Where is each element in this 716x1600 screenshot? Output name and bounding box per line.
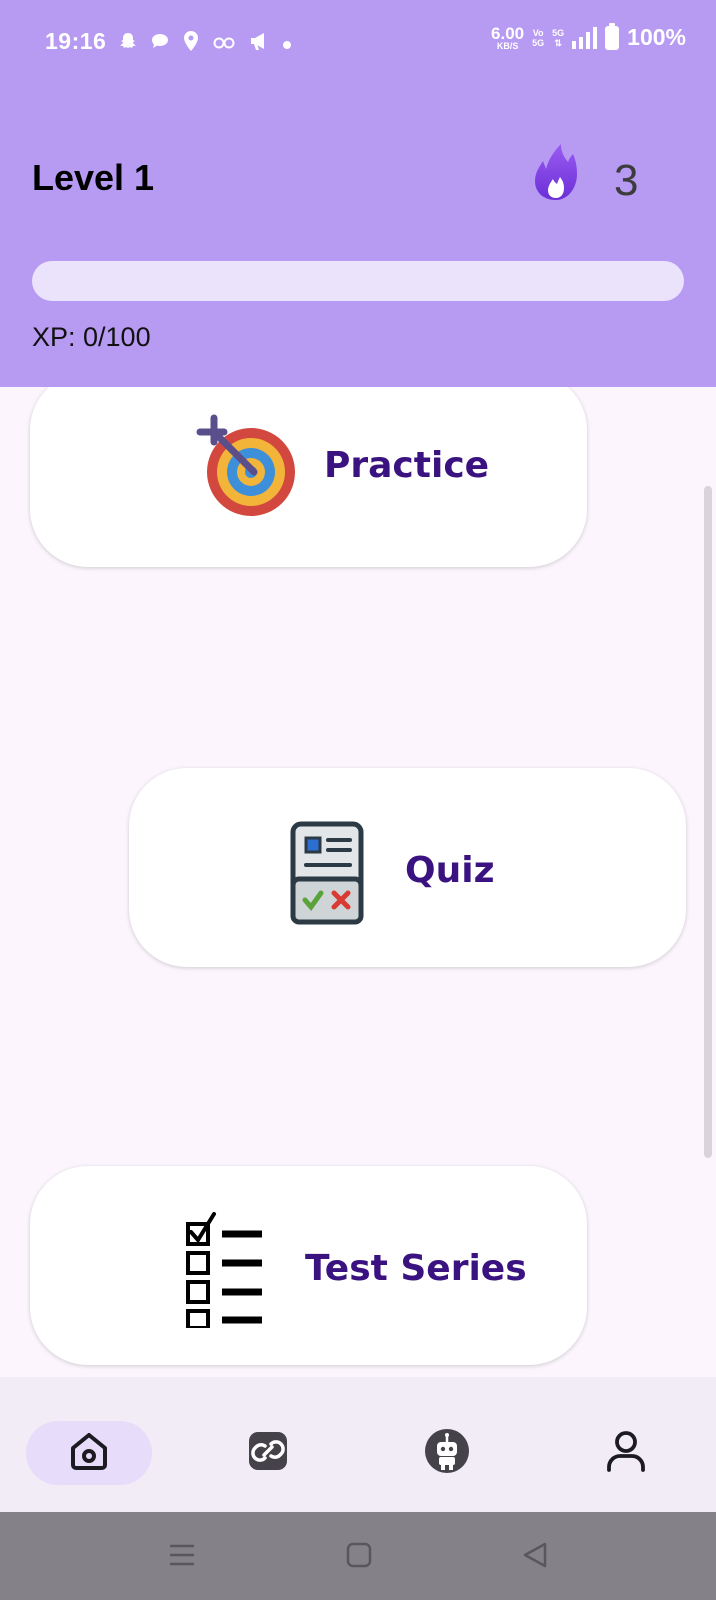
streak-count: 3 [614,156,639,205]
home-square-icon [346,1542,372,1573]
test-series-card[interactable]: Test Series [30,1166,587,1365]
system-menu-button[interactable] [162,1540,202,1574]
practice-card[interactable]: Practice [30,387,587,567]
menu-icon [168,1543,196,1572]
notification-icons [118,30,292,57]
quiz-sheet-icon [290,821,364,925]
status-bar: 19:16 6.00 KB/S Vo 5G 5G ⇅ 100% [0,0,716,82]
xp-label: XP: 0/100 [32,322,151,352]
robot-icon [424,1428,470,1479]
nav-link[interactable] [205,1421,331,1485]
chat-bubble-icon [150,31,170,56]
network-type: 5G ⇅ [552,27,565,48]
net-speed: 6.00 KB/S [491,25,524,51]
status-time: 19:16 [45,28,107,54]
battery-percent: 100% [627,24,686,50]
megaphone-icon [248,30,270,57]
location-pin-icon [182,30,200,57]
dot-icon [282,33,292,55]
nav-profile[interactable] [563,1421,689,1485]
back-triangle-icon [521,1541,549,1574]
checklist-icon [186,1212,266,1330]
profile-icon [605,1429,647,1478]
practice-label: Practice [324,445,490,486]
net-speed-unit: KB/S [496,40,519,51]
volte-indicator: Vo 5G [532,28,544,48]
home-icon [68,1430,110,1477]
volte-line1: Vo [532,27,544,38]
scrollbar[interactable] [704,486,712,1158]
level-header: Level 1 3 XP: 0/100 [0,82,716,387]
net-speed-value: 6.00 [491,23,525,43]
nav-home[interactable] [26,1421,152,1485]
quiz-card[interactable]: Quiz [129,768,686,967]
target-icon [196,414,298,516]
link-icon [247,1430,289,1477]
system-nav-bar [0,1512,716,1600]
quiz-label: Quiz [405,850,495,891]
flame-icon [533,142,579,202]
snapchat-icon [118,31,138,56]
status-indicators: 6.00 KB/S Vo 5G 5G ⇅ 100% [491,22,686,51]
system-back-button[interactable] [515,1540,555,1574]
volte-line2: 5G [532,37,545,48]
main-content: Practice Quiz Test Series [0,387,716,1377]
battery-icon [605,22,620,50]
xp-progress-bar [32,261,684,301]
bottom-nav [0,1377,716,1512]
test-series-label: Test Series [305,1248,527,1289]
signal-icon [572,26,598,49]
nav-bot[interactable] [384,1421,510,1485]
infinity-icon [212,33,236,55]
network-type-label: 5G [552,27,565,38]
level-title: Level 1 [32,157,155,198]
system-home-button[interactable] [339,1540,379,1574]
